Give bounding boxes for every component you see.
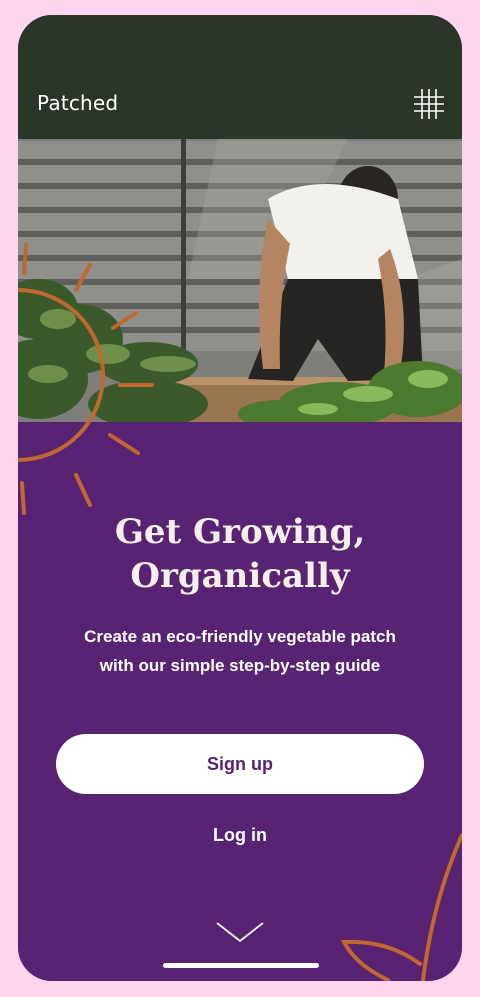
phone-frame: Patched Get Growing, Organically Create … <box>0 0 480 997</box>
headline-line-2: Organically <box>130 556 350 596</box>
subtitle-line-1: Create an eco-friendly vegetable patch <box>84 627 396 646</box>
subtitle-line-2: with our simple step-by-step guide <box>99 656 381 675</box>
headline-line-1: Get Growing, <box>114 512 366 552</box>
page-title: Get Growing, Organically <box>18 510 462 598</box>
brand-title: Patched <box>37 91 119 115</box>
login-link[interactable]: Log in <box>190 820 290 850</box>
grid-menu-icon[interactable] <box>414 89 444 119</box>
hero-image <box>18 139 462 422</box>
signup-button[interactable]: Sign up <box>56 734 424 794</box>
app-screen: Patched Get Growing, Organically Create … <box>18 15 462 981</box>
subtitle: Create an eco-friendly vegetable patch w… <box>48 622 432 680</box>
app-header: Patched <box>18 15 462 139</box>
onboarding-panel: Get Growing, Organically Create an eco-f… <box>18 422 462 981</box>
home-indicator <box>163 963 319 968</box>
chevron-down-icon[interactable] <box>215 919 265 947</box>
